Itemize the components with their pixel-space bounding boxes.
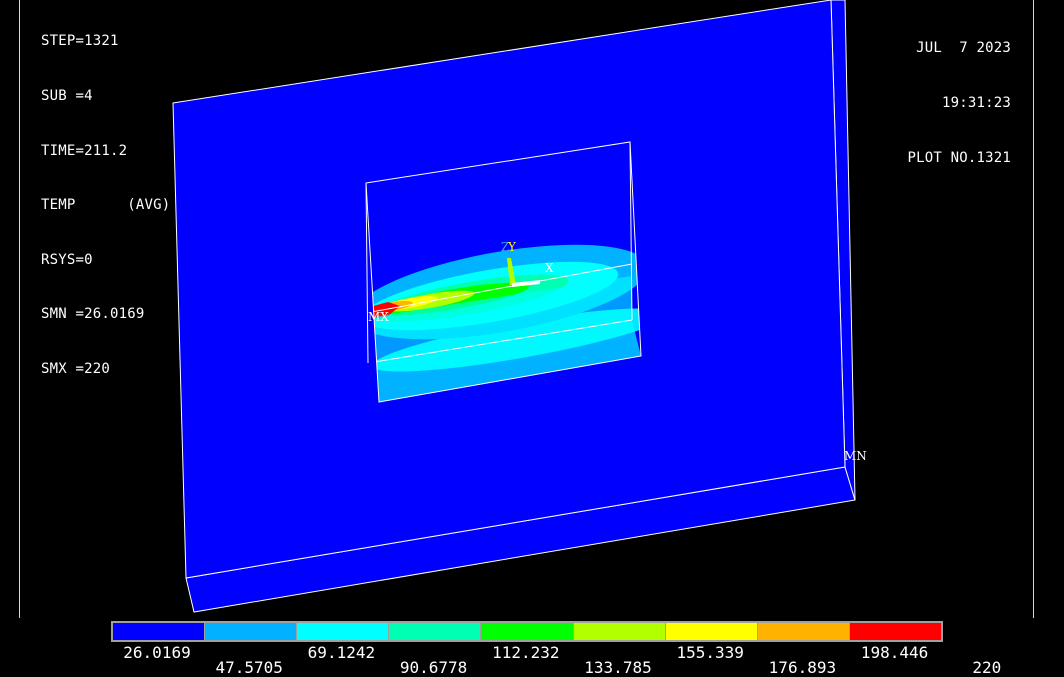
info-plot-number: PLOT NO.1321 xyxy=(907,149,1011,166)
legend-value-label: 47.5705 xyxy=(215,658,283,677)
info-time: TIME=211.2 xyxy=(41,142,128,159)
info-step: STEP=1321 xyxy=(41,33,119,50)
legend-value-label: 69.1242 xyxy=(307,643,376,662)
legend-value-label: 220 xyxy=(972,658,1002,677)
legend-value-label: 90.6778 xyxy=(399,658,468,677)
max-marker: MX xyxy=(368,310,389,324)
info-smx: SMX =220 xyxy=(41,360,111,377)
legend-color-box xyxy=(665,623,758,640)
min-marker: MN xyxy=(844,449,867,463)
info-result-type: TEMP (AVG) xyxy=(41,197,171,214)
legend-color-box xyxy=(113,623,206,640)
legend-value-label: 176.893 xyxy=(768,658,837,677)
status-info-left: STEP=1321 SUB =4 TIME=211.2 TEMP (AVG) R… xyxy=(41,0,170,415)
info-sub: SUB =4 xyxy=(41,88,93,104)
status-info-right: JUL 7 2023 19:31:23 PLOT NO.1321 xyxy=(907,3,1011,203)
legend-value-label: 198.446 xyxy=(860,643,929,662)
info-date: JUL 7 2023 xyxy=(916,40,1011,57)
legend-color-box xyxy=(389,623,482,640)
color-legend xyxy=(111,621,943,642)
legend-color-box xyxy=(849,623,941,640)
axis-x-label: X xyxy=(545,261,554,275)
legend-color-box xyxy=(481,623,574,640)
info-smn: SMN =26.0169 xyxy=(41,306,145,323)
legend-color-box xyxy=(757,623,850,640)
legend-value-label: 155.339 xyxy=(676,643,744,662)
axis-y-label: Y xyxy=(507,240,517,254)
info-clock: 19:31:23 xyxy=(941,95,1011,111)
legend-color-box xyxy=(297,623,390,640)
legend-color-box xyxy=(205,623,298,640)
legend-color-box xyxy=(573,623,666,640)
legend-value-label: 133.785 xyxy=(584,658,652,677)
legend-value-label: 26.0169 xyxy=(123,643,191,662)
info-rsys: RSYS=0 xyxy=(41,251,93,268)
graphics-viewport[interactable]: MX MN Z Y X STEP=1321 SUB =4 TIME=211.2 … xyxy=(0,0,1064,665)
legend-value-label: 112.232 xyxy=(492,643,560,662)
